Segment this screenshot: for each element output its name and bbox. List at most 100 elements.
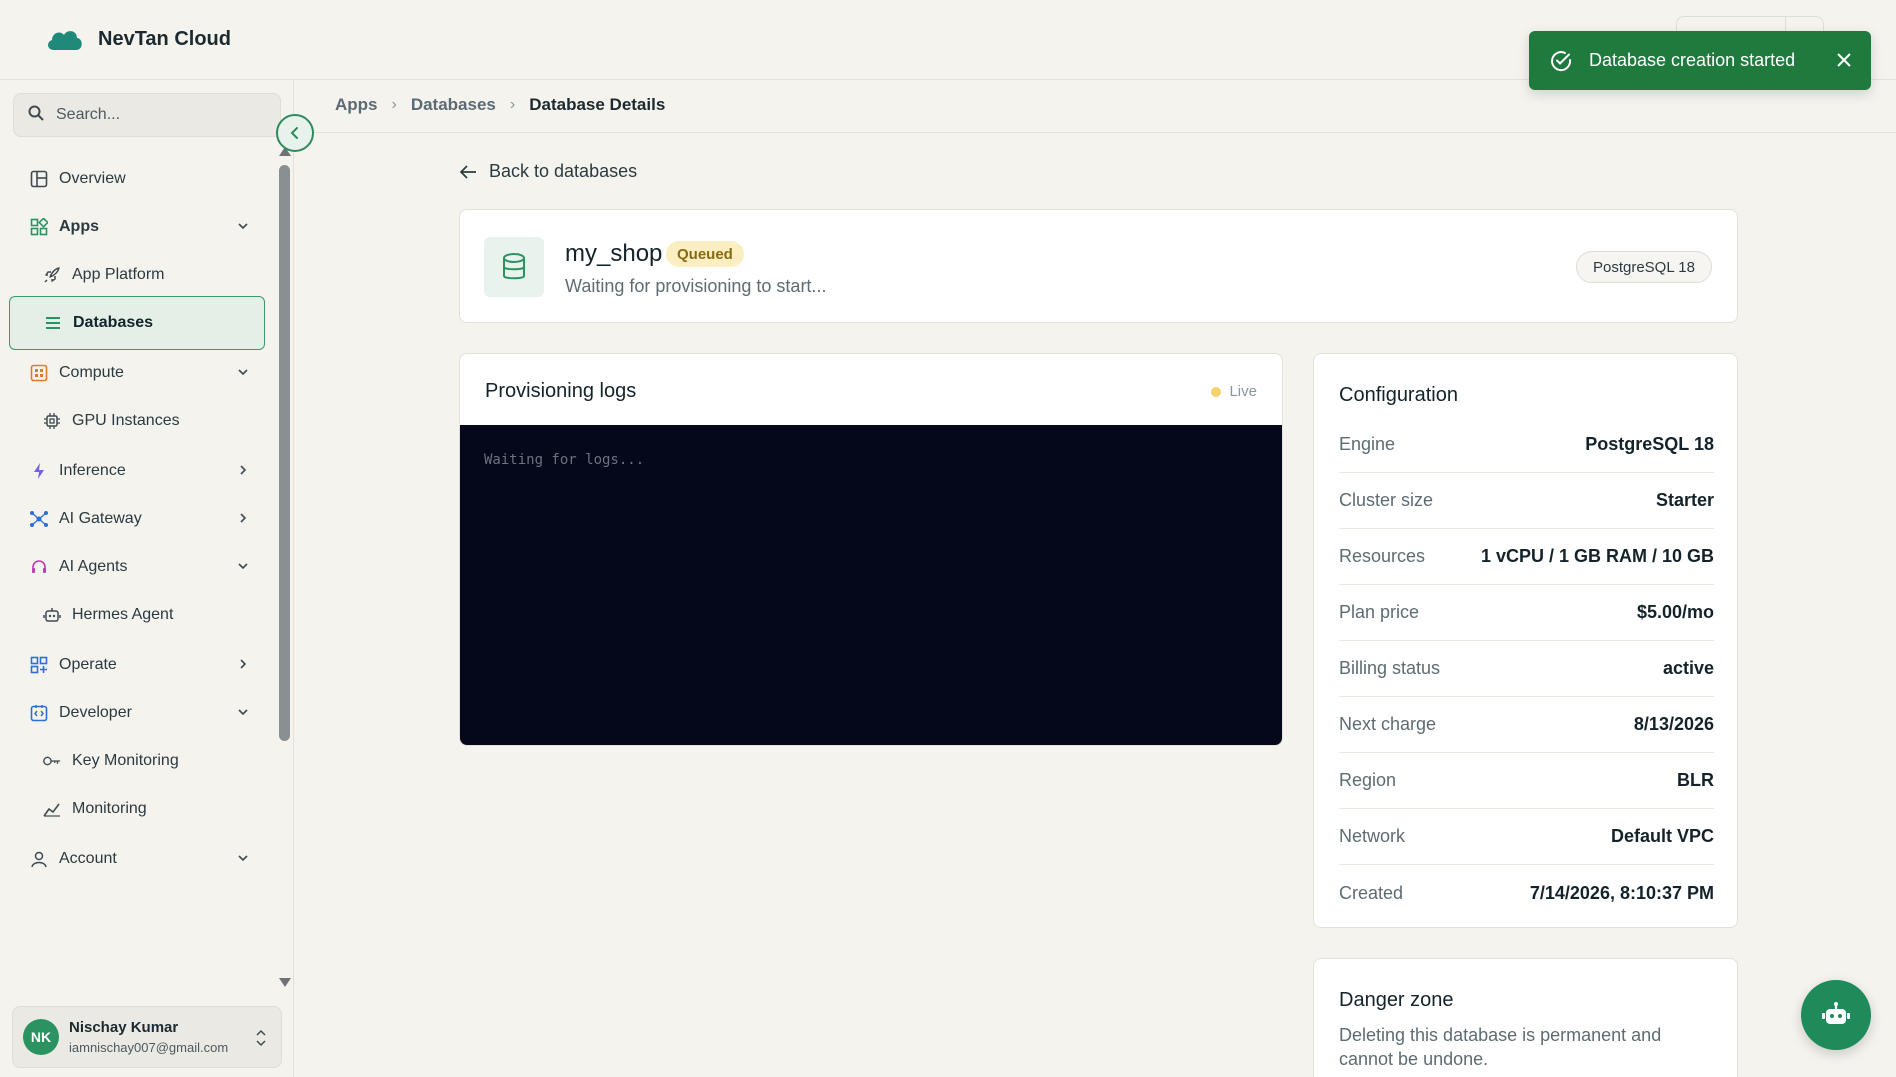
chevron-down-icon [238,855,248,862]
config-row-cluster-size: Cluster size Starter [1339,473,1714,529]
search-box[interactable] [13,93,281,137]
sidebar-item-app-platform[interactable]: App Platform [9,248,265,302]
bolt-icon [29,461,49,481]
danger-zone-title: Danger zone [1339,989,1454,1011]
back-to-databases-link[interactable]: Back to databases [459,161,637,182]
config-value: 8/13/2026 [1633,714,1714,734]
sidebar-item-account[interactable]: Account [9,832,265,886]
close-icon[interactable] [1833,49,1855,71]
avatar: NK [23,1019,59,1055]
config-value: active [1662,658,1714,678]
sidebar-item-apps[interactable]: Apps [9,200,265,254]
sidebar-item-overview[interactable]: Overview [9,152,265,206]
key-icon [42,751,62,771]
config-row-billing-status: Billing status active [1339,641,1714,697]
config-value: BLR [1677,770,1714,790]
sidebar-nav: Overview Apps App Platform Databases Com… [0,144,270,984]
search-icon [28,105,44,126]
user-email: iamnischay007@gmail.com [69,1040,229,1055]
config-value: 7/14/2026, 8:10:37 PM [1529,882,1714,903]
scroll-thumb[interactable] [279,165,290,741]
config-label: Network [1339,826,1406,846]
sidebar-item-compute[interactable]: Compute [9,346,265,400]
sidebar-item-label: App Platform [72,266,165,283]
apps-icon [29,217,49,237]
chevron-right-icon [240,465,247,475]
danger-zone-text: Deleting this database is permanent and … [1339,1025,1662,1069]
log-terminal[interactable]: Waiting for logs... [460,425,1282,745]
sidebar-item-label: Databases [73,314,154,331]
user-name: Nischay Kumar [69,1019,179,1036]
robot-icon [42,605,62,625]
config-label: Plan price [1339,602,1420,622]
sidebar-item-developer[interactable]: Developer [9,686,265,740]
sidebar-item-ai-agents[interactable]: AI Agents [9,540,265,594]
sidebar-item-label: GPU Instances [72,412,180,429]
rocket-icon [42,265,62,285]
divider [295,132,1896,133]
chevron-right-icon [240,659,247,669]
config-row-resources: Resources 1 vCPU / 1 GB RAM / 10 GB [1339,529,1714,585]
brand[interactable]: NevTan Cloud [44,24,231,54]
sidebar-item-operate[interactable]: Operate [9,638,265,692]
sidebar-item-label: Operate [59,656,117,673]
config-label: Next charge [1339,714,1437,734]
sidebar-item-gpu-instances[interactable]: GPU Instances [9,394,265,448]
provisioning-logs-card: Provisioning logs Live Waiting for logs.… [459,353,1283,746]
live-dot-icon [1211,386,1222,397]
arrow-left-icon [459,164,476,179]
sidebar-item-label: Apps [59,218,99,235]
logs-title: Provisioning logs [485,380,637,402]
chevron-left-icon [290,127,298,139]
sidebar-item-monitoring[interactable]: Monitoring [9,782,265,836]
collapse-sidebar-button[interactable] [276,114,314,152]
sidebar-item-key-monitoring[interactable]: Key Monitoring [9,734,265,788]
config-label: Region [1339,770,1397,790]
sidebar-item-label: Overview [59,170,126,187]
danger-zone-card: Danger zone Deleting this database is pe… [1313,958,1738,1077]
config-value: Starter [1655,490,1714,510]
config-row-region: Region BLR [1339,753,1714,809]
config-label: Cluster size [1339,490,1434,510]
sidebar-item-label: Compute [59,364,124,381]
user-icon [29,849,49,869]
network-icon [29,509,49,529]
config-row-created: Created 7/14/2026, 8:10:37 PM [1339,865,1714,921]
brand-name: NevTan Cloud [98,27,231,50]
chevron-down-icon [238,563,248,570]
chevron-right-icon: › [509,96,516,113]
chevron-right-icon: › [391,96,397,113]
breadcrumb-databases[interactable]: Databases [411,95,496,115]
sidebar-item-label: Hermes Agent [72,606,174,623]
config-row-network: Network Default VPC [1339,809,1714,865]
config-row-plan-price: Plan price $5.00/mo [1339,585,1714,641]
database-name: my_shop [565,240,663,267]
code-icon [29,703,49,723]
user-menu[interactable]: NK Nischay Kumar iamnischay007@gmail.com [12,1006,282,1068]
assistant-fab-button[interactable] [1801,980,1871,1050]
list-icon [43,313,63,333]
toast-message: Database creation started [1589,50,1796,70]
search-input[interactable] [56,106,256,124]
breadcrumb-apps[interactable]: Apps [335,95,378,115]
sidebar-item-databases[interactable]: Databases [9,296,265,350]
sidebar-scrollbar[interactable] [276,147,292,987]
layout-icon [29,169,49,189]
sidebar-item-label: Key Monitoring [72,752,179,769]
config-row-next-charge: Next charge 8/13/2026 [1339,697,1714,753]
engine-badge: PostgreSQL 18 [1575,251,1712,283]
scroll-down-arrow-icon[interactable] [279,978,291,987]
breadcrumb: Apps › Databases › Database Details [335,95,665,115]
live-label: Live [1229,383,1257,400]
config-value: $5.00/mo [1636,602,1714,622]
sidebar-item-ai-gateway[interactable]: AI Gateway [9,492,265,546]
chevron-down-icon [238,223,248,230]
sidebar-item-label: Developer [59,704,132,721]
status-badge: Queued [666,241,744,267]
chart-line-icon [42,799,62,819]
sidebar-item-inference[interactable]: Inference [9,444,265,498]
live-indicator: Live [1211,383,1257,400]
success-toast: Database creation started [1529,31,1871,90]
robot-icon [1822,1002,1850,1024]
sidebar-item-hermes-agent[interactable]: Hermes Agent [9,588,265,642]
